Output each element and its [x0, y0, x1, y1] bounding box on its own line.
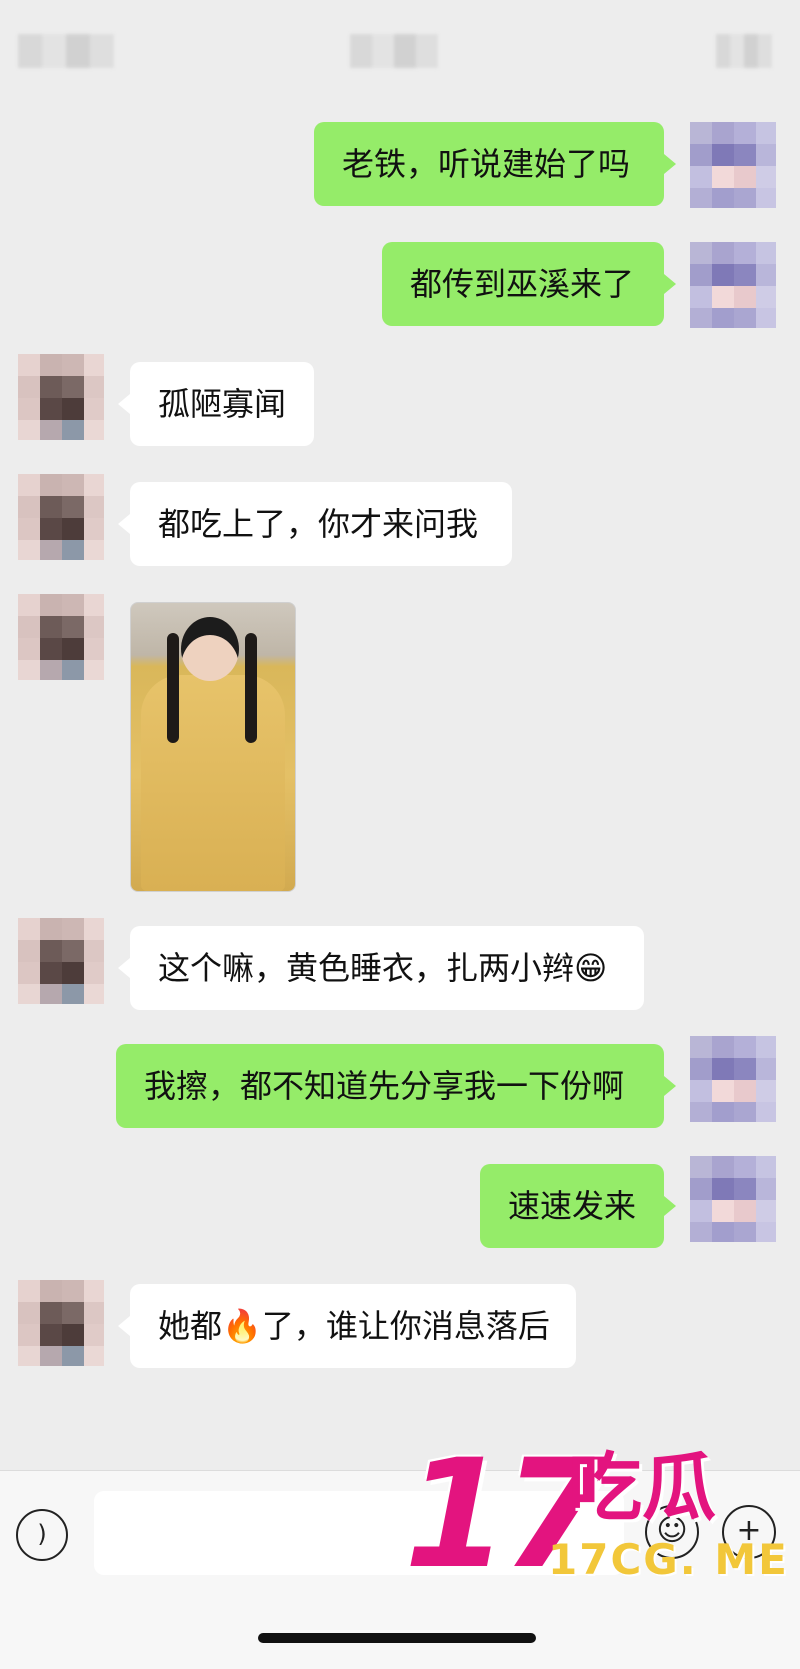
- message-bubble[interactable]: 都吃上了，你才来问我: [118, 482, 512, 566]
- contact-avatar[interactable]: [18, 1280, 104, 1366]
- message-bubble[interactable]: 她都🔥了，谁让你消息落后: [118, 1284, 576, 1368]
- message-bubble[interactable]: 老铁，听说建始了吗: [314, 122, 676, 206]
- message-bubble[interactable]: 这个嘛，黄色睡衣，扎两小辫😁: [118, 926, 644, 1010]
- watermark-logo-text: 吃瓜: [568, 1445, 716, 1531]
- my-avatar[interactable]: [690, 242, 776, 328]
- chat-title: [350, 34, 438, 68]
- my-avatar[interactable]: [690, 1036, 776, 1122]
- contact-avatar[interactable]: [18, 354, 104, 440]
- photo-detail: [245, 633, 257, 743]
- my-avatar[interactable]: [690, 1156, 776, 1242]
- photo-detail: [181, 617, 239, 681]
- chat-header: [0, 0, 800, 100]
- contact-avatar[interactable]: [18, 918, 104, 1004]
- more-options-button[interactable]: [716, 34, 772, 68]
- image-message[interactable]: [130, 602, 296, 892]
- watermark-url: 17CG. ME: [548, 1535, 789, 1584]
- contact-avatar[interactable]: [18, 594, 104, 680]
- message-bubble[interactable]: 速速发来: [480, 1164, 676, 1248]
- back-button[interactable]: [18, 34, 114, 68]
- message-bubble[interactable]: 我擦，都不知道先分享我一下份啊: [116, 1044, 676, 1128]
- my-avatar[interactable]: [690, 122, 776, 208]
- message-bubble[interactable]: 都传到巫溪来了: [382, 242, 676, 326]
- home-indicator[interactable]: [258, 1633, 536, 1643]
- photo-detail: [167, 633, 179, 743]
- message-bubble[interactable]: 孤陋寡闻: [118, 362, 314, 446]
- voice-icon[interactable]: ): [16, 1509, 68, 1561]
- photo-figure: [141, 675, 285, 891]
- contact-avatar[interactable]: [18, 474, 104, 560]
